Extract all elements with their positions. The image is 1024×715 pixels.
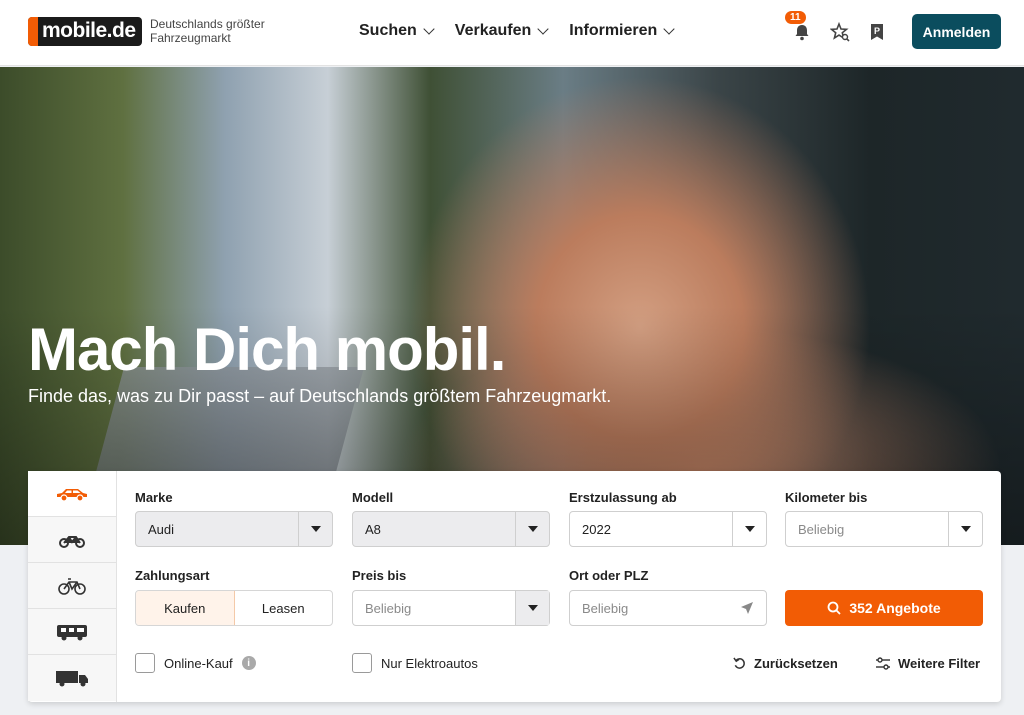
- chevron-down-icon: [663, 23, 675, 35]
- modell-select[interactable]: A8: [352, 511, 550, 547]
- mobile-de-logo[interactable]: mobile.de: [28, 17, 142, 46]
- filter-sliders-icon: [876, 657, 890, 670]
- reset-icon: [733, 657, 745, 669]
- kilometer-label: Kilometer bis: [785, 490, 868, 505]
- nav-informieren-label: Informieren: [569, 22, 658, 39]
- online-kauf-checkbox[interactable]: Online-Kauf i: [135, 653, 256, 673]
- info-icon[interactable]: i: [241, 656, 256, 670]
- nav-suchen[interactable]: Suchen: [359, 22, 435, 40]
- checkbox-box[interactable]: [352, 653, 372, 673]
- more-filters-link[interactable]: Weitere Filter: [876, 656, 980, 671]
- preis-placeholder: Beliebig: [365, 600, 412, 616]
- zahlungsart-kaufen[interactable]: Kaufen: [136, 591, 235, 625]
- dropdown-arrow-icon: [515, 512, 549, 546]
- modell-value: A8: [365, 521, 381, 537]
- modell-label: Modell: [352, 490, 394, 505]
- dropdown-arrow-icon: [948, 512, 982, 546]
- main-nav: Suchen Verkaufen Informieren: [359, 22, 675, 40]
- tab-bicycle[interactable]: [28, 563, 116, 609]
- nav-verkaufen-label: Verkaufen: [454, 22, 532, 39]
- tab-motorhome[interactable]: [28, 609, 116, 655]
- elektro-label: Nur Elektroautos: [381, 655, 478, 671]
- nav-verkaufen[interactable]: Verkaufen: [454, 22, 549, 40]
- chevron-down-icon: [423, 23, 435, 35]
- hero-subtitle: Finde das, was zu Dir passt – auf Deutsc…: [28, 386, 612, 406]
- erstzulassung-label: Erstzulassung ab: [569, 490, 677, 505]
- vehicle-type-tabs: [28, 471, 117, 702]
- preis-select[interactable]: Beliebig: [352, 590, 550, 626]
- truck-icon: [56, 671, 88, 687]
- dropdown-arrow-icon: [298, 512, 332, 546]
- ort-label: Ort oder PLZ: [569, 568, 649, 583]
- svg-text:P: P: [874, 26, 880, 36]
- bicycle-icon: [58, 577, 86, 595]
- site-header: mobile.de Deutschlands größter Fahrzeugm…: [0, 0, 1024, 66]
- saved-search-star-icon[interactable]: [830, 22, 850, 42]
- login-button[interactable]: Anmelden: [912, 14, 1001, 49]
- marke-select[interactable]: Audi: [135, 511, 333, 547]
- online-kauf-label: Online-Kauf: [164, 655, 233, 671]
- tab-motorcycle[interactable]: [28, 517, 116, 563]
- reset-label: Zurücksetzen: [754, 656, 838, 671]
- checkbox-box[interactable]: [135, 653, 155, 673]
- dropdown-arrow-icon: [732, 512, 766, 546]
- search-panel: Marke Audi Modell A8 Erstzulassung ab 20…: [28, 471, 1001, 702]
- dropdown-arrow-icon: [515, 591, 549, 625]
- bell-icon[interactable]: [792, 22, 812, 42]
- logo-text: mobile.de: [42, 19, 136, 42]
- search-submit-label: 352 Angebote: [849, 600, 941, 616]
- motorcycle-icon: [59, 535, 85, 548]
- erstzulassung-value: 2022: [582, 521, 611, 537]
- parking-icon[interactable]: P: [867, 22, 887, 42]
- kilometer-select[interactable]: Beliebig: [785, 511, 983, 547]
- chevron-down-icon: [537, 23, 549, 35]
- reset-link[interactable]: Zurücksetzen: [733, 656, 838, 671]
- zahlungsart-label: Zahlungsart: [135, 568, 210, 583]
- nav-suchen-label: Suchen: [359, 22, 417, 39]
- ort-input[interactable]: Beliebig: [569, 590, 767, 626]
- search-submit-button[interactable]: 352 Angebote: [785, 590, 983, 626]
- ort-placeholder: Beliebig: [582, 600, 629, 616]
- hero-title: Mach Dich mobil.: [28, 316, 506, 383]
- tab-car[interactable]: [28, 471, 116, 517]
- erstzulassung-select[interactable]: 2022: [569, 511, 767, 547]
- more-filters-label: Weitere Filter: [898, 656, 981, 671]
- preis-label: Preis bis: [352, 568, 407, 583]
- motorhome-icon: [57, 624, 87, 640]
- marke-label: Marke: [135, 490, 173, 505]
- zahlungsart-toggle: Kaufen Leasen: [135, 590, 333, 626]
- search-icon: [827, 601, 841, 615]
- logo-accent: [28, 17, 38, 46]
- kilometer-placeholder: Beliebig: [798, 521, 845, 537]
- location-arrow-icon[interactable]: [740, 601, 754, 615]
- tab-truck[interactable]: [28, 655, 116, 701]
- notification-badge: 11: [785, 11, 806, 24]
- car-icon: [57, 488, 87, 502]
- zahlungsart-leasen[interactable]: Leasen: [235, 591, 333, 625]
- marke-value: Audi: [148, 521, 175, 537]
- nav-informieren[interactable]: Informieren: [569, 22, 675, 40]
- tagline: Deutschlands größter Fahrzeugmarkt: [150, 17, 265, 45]
- elektro-checkbox[interactable]: Nur Elektroautos: [352, 653, 478, 673]
